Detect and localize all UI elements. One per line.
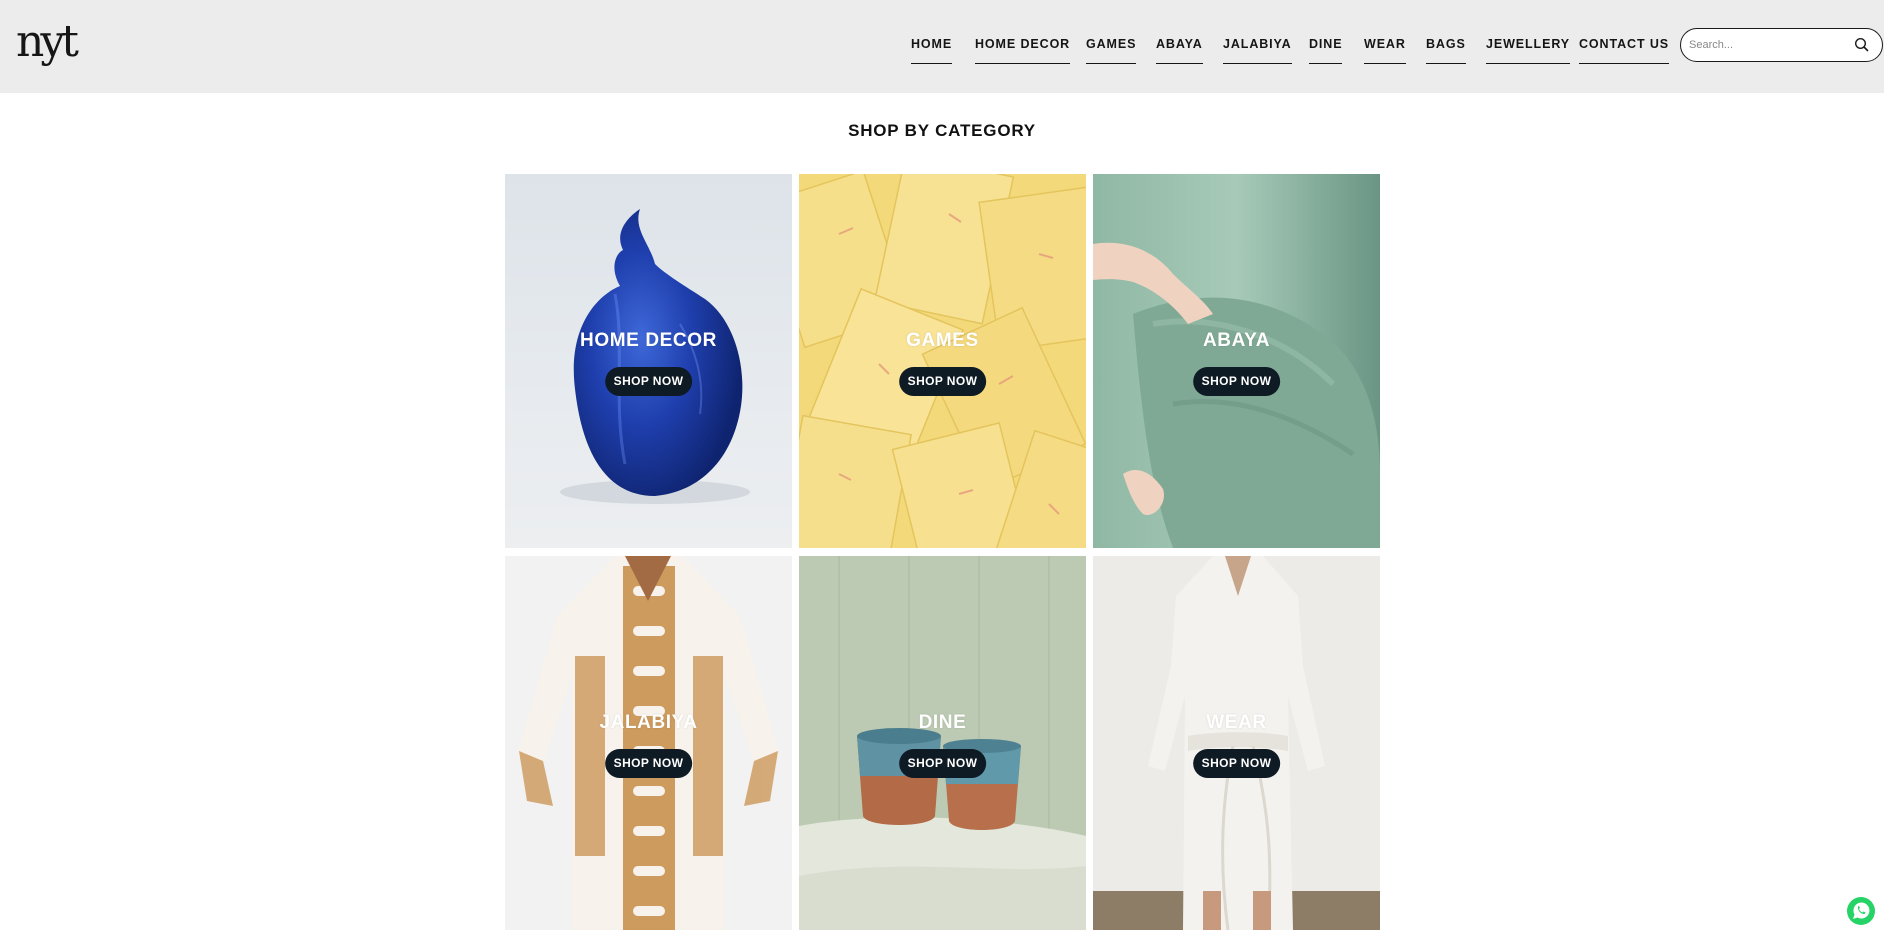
category-label: JALABIYA (599, 712, 698, 733)
site-logo[interactable]: nyt (16, 14, 86, 70)
category-label: WEAR (1206, 712, 1267, 733)
jalabiya-image (505, 556, 792, 930)
nav-jewellery[interactable]: JEWELLERY (1486, 36, 1571, 64)
dine-image (799, 556, 1086, 930)
category-tile-jalabiya[interactable]: JALABIYA SHOP NOW (505, 556, 792, 930)
nav-home[interactable]: HOME (911, 36, 953, 64)
wear-image (1093, 556, 1380, 930)
whatsapp-icon[interactable] (1846, 896, 1876, 926)
nav-contact-us[interactable]: CONTACT US (1579, 36, 1670, 64)
category-tile-games[interactable]: GAMES SHOP NOW (799, 174, 1086, 548)
shop-now-button[interactable]: SHOP NOW (898, 367, 987, 396)
games-image (799, 174, 1086, 548)
category-label: ABAYA (1202, 330, 1271, 351)
site-header: nyt HOME HOME DECOR GAMES ABAYA JALABIYA… (0, 0, 1884, 93)
nav-abaya[interactable]: ABAYA (1156, 36, 1203, 64)
search-box (1680, 28, 1883, 62)
shop-now-button[interactable]: SHOP NOW (898, 749, 987, 778)
nav-dine[interactable]: DINE (1309, 36, 1343, 64)
abaya-image (1093, 174, 1380, 548)
nav-bags[interactable]: BAGS (1426, 36, 1466, 64)
category-label: HOME DECOR (580, 330, 717, 351)
shop-now-button[interactable]: SHOP NOW (604, 749, 693, 778)
section-title: SHOP BY CATEGORY (848, 121, 1036, 140)
shop-now-button[interactable]: SHOP NOW (1192, 749, 1281, 778)
nav-jalabiya[interactable]: JALABIYA (1223, 36, 1292, 64)
search-icon[interactable] (1853, 36, 1871, 54)
nav-home-decor[interactable]: HOME DECOR (975, 36, 1071, 64)
nav-wear[interactable]: WEAR (1364, 36, 1406, 64)
category-tile-wear[interactable]: WEAR SHOP NOW (1093, 556, 1380, 930)
category-tile-abaya[interactable]: ABAYA SHOP NOW (1093, 174, 1380, 548)
home-decor-image (505, 174, 792, 548)
shop-now-button[interactable]: SHOP NOW (1192, 367, 1281, 396)
search-input[interactable] (1689, 35, 1849, 55)
category-label: GAMES (906, 330, 979, 351)
shop-now-button[interactable]: SHOP NOW (604, 367, 693, 396)
category-tile-home-decor[interactable]: HOME DECOR SHOP NOW (505, 174, 792, 548)
category-tile-dine[interactable]: DINE SHOP NOW (799, 556, 1086, 930)
category-label: DINE (918, 712, 967, 733)
nav-games[interactable]: GAMES (1086, 36, 1137, 64)
